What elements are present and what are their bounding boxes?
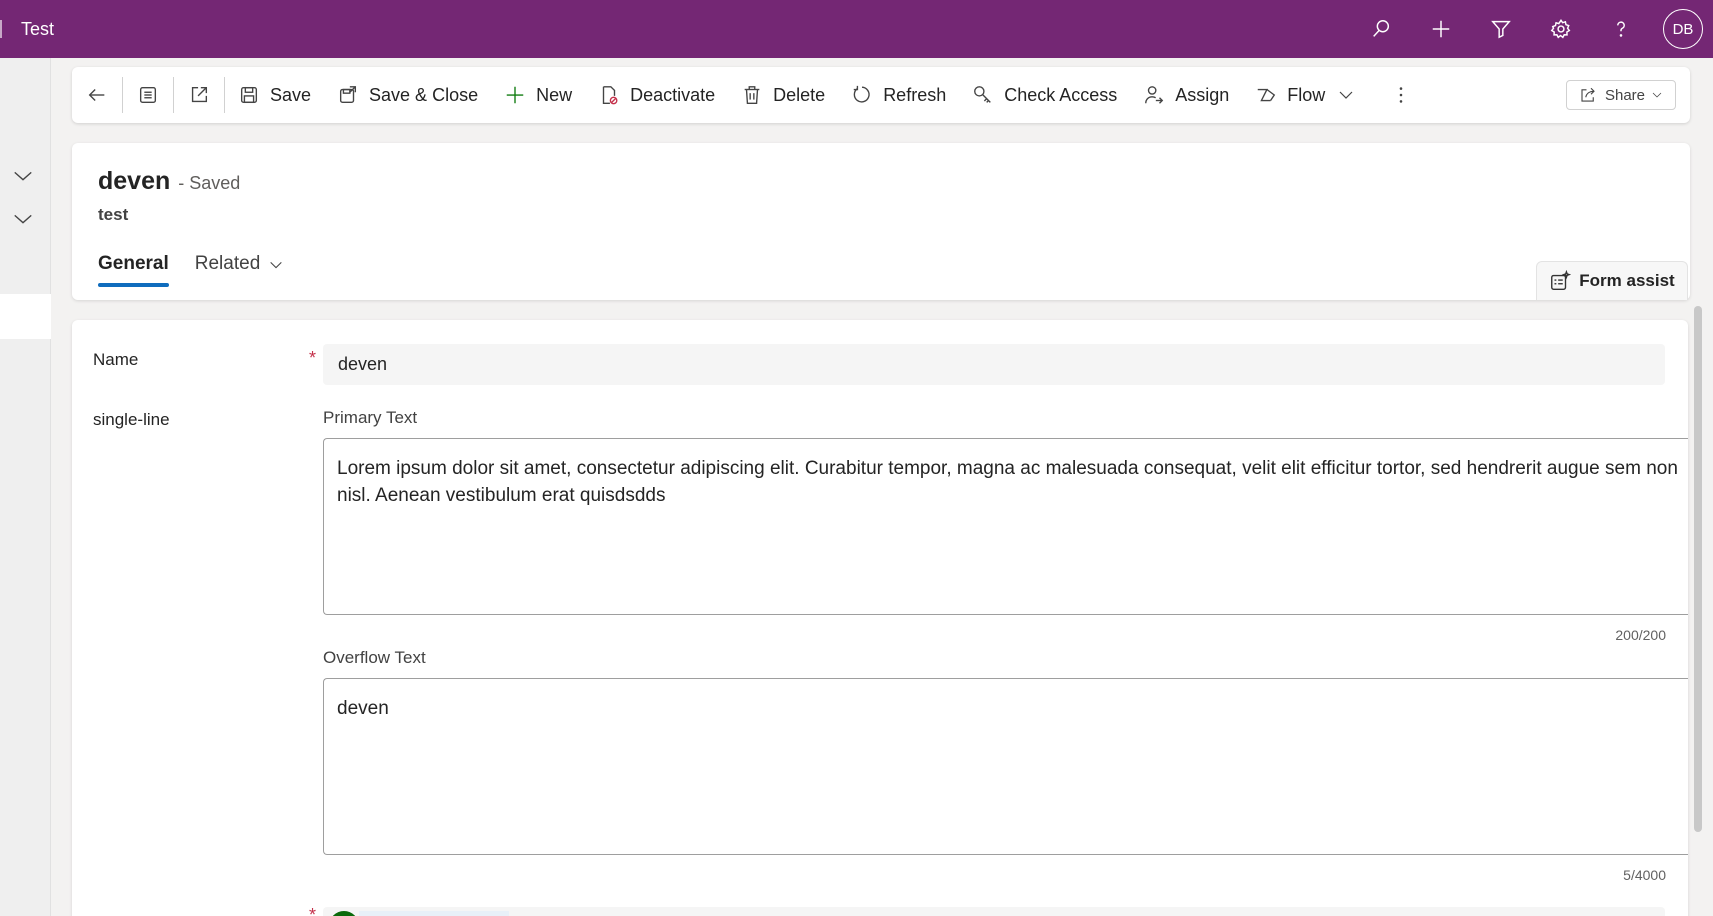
form-section: Name * deven single-line Primary Text Lo… (72, 320, 1688, 916)
chevron-down-icon[interactable] (12, 165, 34, 187)
person-assign-icon (1145, 86, 1164, 104)
tab-related-label: Related (194, 253, 261, 274)
app-header: Test DB (0, 0, 1713, 58)
owner-tag[interactable] (359, 911, 509, 916)
save-button[interactable]: Save (225, 67, 324, 123)
owner-lookup[interactable] (323, 907, 1665, 916)
share-button[interactable]: Share (1566, 80, 1676, 110)
nav-toggle-edge (0, 20, 2, 38)
share-icon (1581, 87, 1595, 102)
list-icon (139, 86, 157, 104)
record-title: deven - Saved (98, 167, 240, 196)
form-tabs: General Related (98, 243, 310, 293)
primary-text-textarea[interactable]: Lorem ipsum dolor sit amet, consectetur … (323, 438, 1688, 615)
chevron-down-icon (270, 261, 282, 269)
save-label: Save (270, 84, 312, 105)
app-title[interactable]: Test (21, 19, 54, 40)
section-label: single-line (93, 410, 170, 429)
primary-text-counter: 200/200 (1615, 627, 1666, 643)
check-access-label: Check Access (1004, 84, 1118, 105)
open-new-window-button[interactable] (174, 67, 224, 123)
owner-avatar (329, 911, 359, 916)
overflow-text-textarea[interactable]: deven (323, 678, 1688, 855)
scrollbar-thumb[interactable] (1694, 306, 1702, 832)
form-scrollbar[interactable] (1694, 306, 1704, 834)
tab-related[interactable]: Related (195, 243, 285, 293)
new-button[interactable]: New (491, 67, 585, 123)
overflow-text-counter: 5/4000 (1623, 867, 1666, 883)
save-status: - Saved (178, 173, 241, 193)
plus-icon[interactable] (1411, 0, 1471, 58)
name-input[interactable]: deven (323, 344, 1665, 385)
refresh-label: Refresh (883, 84, 947, 105)
required-indicator: * (309, 348, 317, 368)
delete-button[interactable]: Delete (728, 67, 838, 123)
save-close-icon (340, 86, 357, 104)
deactivate-icon (602, 86, 618, 105)
arrow-left-icon (88, 89, 105, 101)
nav-selected-item[interactable] (0, 294, 51, 339)
record-name: deven (98, 167, 171, 195)
form-assist-icon (1551, 270, 1572, 290)
form-assist-button[interactable]: Form assist (1536, 261, 1688, 300)
open-external-icon (191, 86, 208, 103)
record-header: deven - Saved test General Related Form … (72, 143, 1690, 300)
form-assist-label: Form assist (1579, 271, 1675, 290)
user-avatar[interactable]: DB (1663, 9, 1703, 49)
save-close-label: Save & Close (369, 84, 479, 105)
more-commands-button[interactable] (1379, 67, 1423, 123)
save-icon (240, 86, 258, 104)
help-icon[interactable] (1591, 0, 1651, 58)
required-indicator: * (309, 905, 317, 916)
deactivate-button[interactable]: Deactivate (585, 67, 728, 123)
flow-button[interactable]: Flow (1242, 67, 1331, 123)
assign-label: Assign (1175, 84, 1230, 105)
tab-general[interactable]: General (98, 243, 169, 293)
chevron-down-icon (1652, 92, 1662, 98)
refresh-button[interactable]: Refresh (838, 67, 959, 123)
entity-type: test (98, 205, 129, 224)
delete-label: Delete (773, 84, 826, 105)
deactivate-label: Deactivate (630, 84, 716, 105)
primary-text-label: Primary Text (323, 408, 418, 427)
command-bar: Save Save & Close New Deactivate Delete … (72, 67, 1690, 123)
share-label: Share (1604, 86, 1646, 104)
filter-icon[interactable] (1471, 0, 1531, 58)
search-icon[interactable] (1351, 0, 1411, 58)
settings-icon[interactable] (1531, 0, 1591, 58)
trash-icon (744, 86, 760, 104)
site-map-collapsed (0, 58, 51, 916)
header-actions: DB (1351, 0, 1713, 58)
name-field-label: Name (93, 350, 139, 369)
overflow-text-label: Overflow Text (323, 648, 426, 667)
key-icon (974, 86, 992, 103)
back-button[interactable] (72, 67, 122, 123)
check-access-button[interactable]: Check Access (959, 67, 1130, 123)
new-label: New (536, 84, 573, 105)
assign-button[interactable]: Assign (1130, 67, 1242, 123)
flow-dropdown-button[interactable] (1331, 67, 1361, 123)
tab-general-label: General (98, 253, 169, 274)
flow-icon (1258, 88, 1276, 102)
chevron-down-icon[interactable] (12, 208, 34, 230)
chevron-down-icon (1339, 91, 1353, 99)
flow-label: Flow (1287, 84, 1326, 105)
plus-icon (506, 86, 524, 104)
more-vertical-icon (1400, 87, 1403, 103)
refresh-icon (853, 85, 870, 103)
save-close-button[interactable]: Save & Close (324, 67, 491, 123)
record-set-button[interactable] (123, 67, 173, 123)
